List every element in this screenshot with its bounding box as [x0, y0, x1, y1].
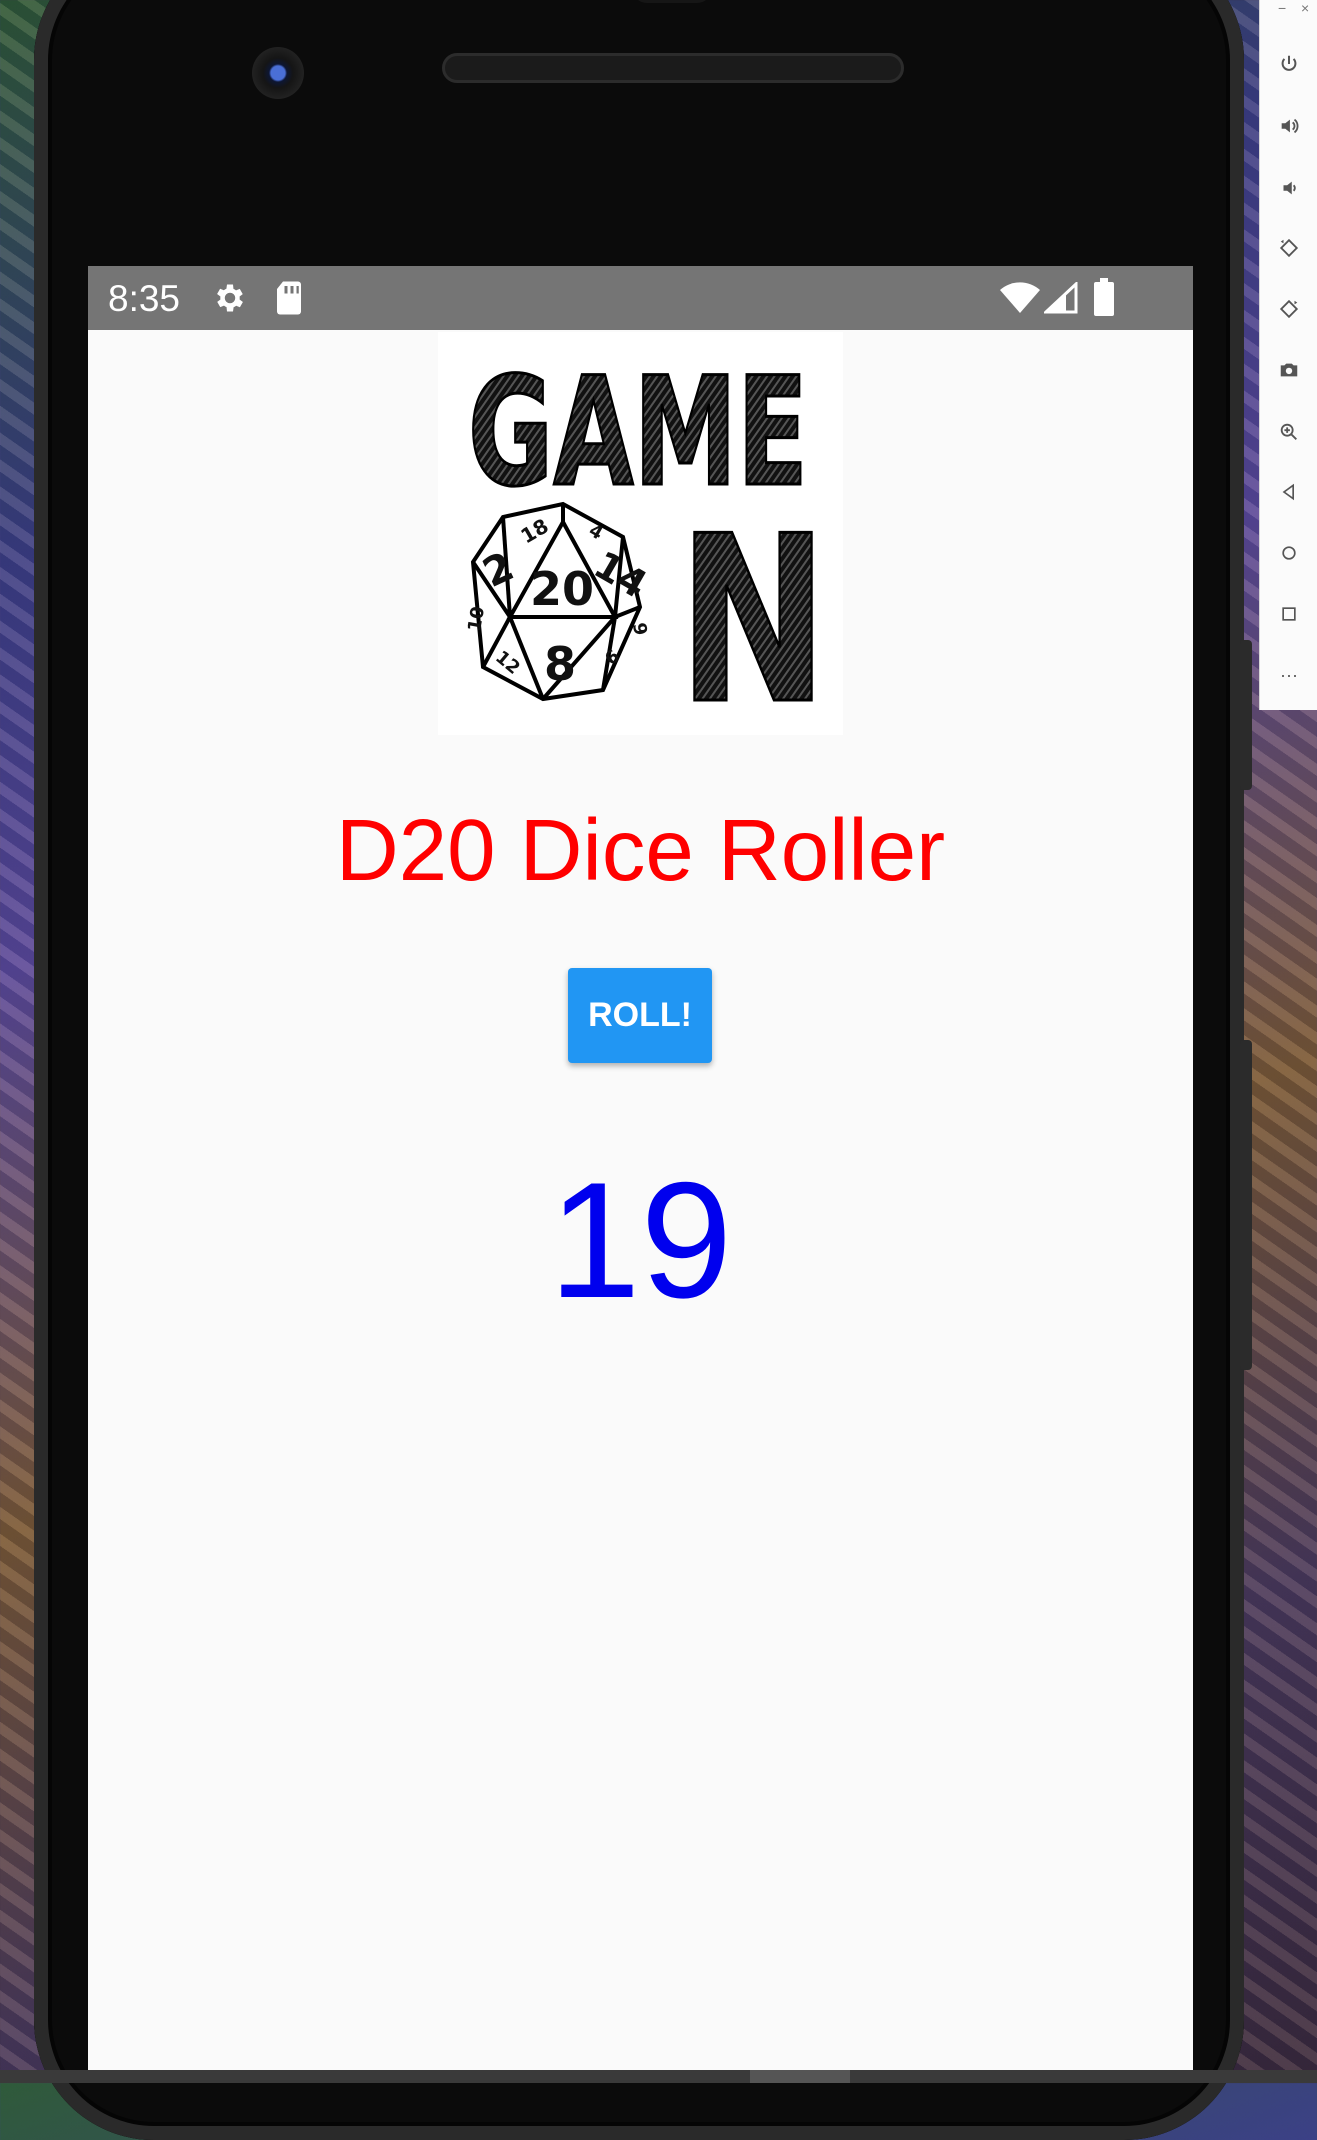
front-camera — [252, 47, 304, 99]
power-side-button — [1240, 640, 1252, 790]
more-icon[interactable]: ··· — [1275, 661, 1303, 689]
sd-card-icon — [274, 280, 304, 321]
rotate-left-icon[interactable] — [1275, 234, 1303, 262]
volume-side-button — [1240, 1040, 1252, 1370]
taskbar-handle — [750, 2070, 850, 2083]
sensor-slot — [632, 0, 712, 3]
zoom-icon[interactable] — [1275, 418, 1303, 446]
close-button[interactable]: × — [1301, 0, 1309, 16]
taskbar-strip — [0, 2070, 1317, 2083]
settings-icon — [212, 280, 248, 321]
overview-icon[interactable] — [1275, 600, 1303, 628]
earpiece-speaker — [442, 53, 904, 83]
power-icon[interactable] — [1275, 50, 1303, 78]
cell-signal-icon — [1042, 280, 1078, 319]
logo-text-n: N — [678, 488, 828, 735]
emulator-toolbar: − × ··· — [1259, 0, 1317, 710]
die-face-9: 9 — [628, 621, 651, 637]
roll-button[interactable]: ROLL! — [568, 968, 712, 1063]
volume-down-icon[interactable] — [1275, 174, 1303, 202]
status-time: 8:35 — [108, 278, 181, 319]
device-screen: 8:35 GAME N 20 2 14 8 18 12 10 6 4 9 D20… — [88, 266, 1193, 2083]
window-controls: − × — [1260, 0, 1317, 18]
die-face-20: 20 — [530, 562, 594, 616]
status-bar: 8:35 — [88, 266, 1193, 330]
roll-result: 19 — [548, 1148, 733, 1332]
wifi-icon — [1000, 282, 1040, 319]
home-icon[interactable] — [1275, 539, 1303, 567]
minimize-button[interactable]: − — [1278, 0, 1286, 16]
die-face-8: 8 — [544, 637, 576, 691]
app-title: D20 Dice Roller — [335, 802, 946, 899]
die-face-10: 10 — [464, 605, 489, 633]
battery-icon — [1093, 278, 1115, 321]
camera-icon[interactable] — [1275, 356, 1303, 384]
volume-up-icon[interactable] — [1275, 112, 1303, 140]
back-icon[interactable] — [1275, 478, 1303, 506]
game-on-logo: GAME N 20 2 14 8 18 12 10 6 4 9 — [438, 332, 843, 757]
rotate-right-icon[interactable] — [1275, 295, 1303, 323]
